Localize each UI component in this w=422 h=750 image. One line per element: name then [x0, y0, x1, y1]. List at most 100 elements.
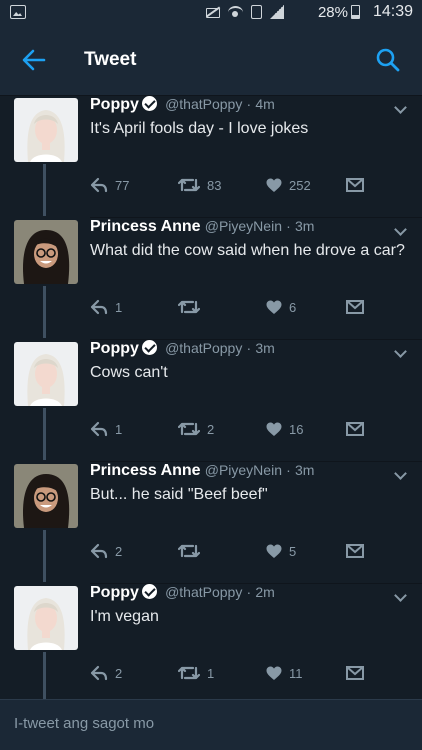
envelope-icon [346, 666, 364, 680]
reply-icon [90, 543, 108, 559]
tweet-thread: Poppy @thatPoppy · 4m It's April fools d… [0, 96, 422, 699]
separator-dot: · [286, 462, 291, 478]
heart-icon [266, 544, 282, 558]
chevron-down-icon[interactable] [394, 224, 408, 238]
username[interactable]: @PiyeyNein [205, 218, 282, 234]
mute-icon [205, 5, 220, 19]
tweet-header: Princess Anne @PiyeyNein · 3m [90, 218, 314, 236]
reply-input[interactable]: I-tweet ang sagot mo [14, 715, 154, 732]
display-name[interactable]: Princess Anne [90, 218, 201, 235]
reply-button[interactable]: 1 [90, 296, 122, 318]
message-button[interactable] [346, 540, 364, 562]
username[interactable]: @thatPoppy [165, 584, 242, 600]
clock: 14:39 [372, 3, 413, 20]
retweet-button[interactable]: 1 [178, 662, 214, 684]
reply-count: 77 [115, 177, 130, 193]
retweet-button[interactable] [178, 296, 207, 318]
retweet-button[interactable]: 83 [178, 174, 221, 196]
tweet-header: Poppy @thatPoppy · 3m [90, 340, 275, 358]
like-button[interactable]: 6 [266, 296, 296, 318]
retweet-count: 83 [207, 177, 222, 193]
reply-button[interactable]: 2 [90, 662, 122, 684]
avatar[interactable] [14, 98, 78, 162]
display-name[interactable]: Poppy [90, 96, 139, 113]
reply-button[interactable]: 77 [90, 174, 129, 196]
tweet[interactable]: Poppy @thatPoppy · 2m I'm vegan 2 1 11 [0, 584, 422, 699]
wifi-icon [228, 5, 243, 19]
like-button[interactable]: 5 [266, 540, 296, 562]
reply-count: 2 [115, 543, 123, 559]
envelope-icon [346, 544, 364, 558]
avatar[interactable] [14, 220, 78, 284]
tweet[interactable]: Poppy @thatPoppy · 4m It's April fools d… [0, 96, 422, 218]
reply-count: 2 [115, 665, 123, 681]
username[interactable]: @thatPoppy [165, 96, 242, 112]
tweet[interactable]: Princess Anne @PiyeyNein · 3m What did t… [0, 218, 422, 340]
tweet-actions: 2 5 [90, 540, 380, 562]
retweet-count: 1 [207, 665, 215, 681]
tweet-header: Poppy @thatPoppy · 2m [90, 584, 275, 602]
chevron-down-icon[interactable] [394, 590, 408, 604]
tweet-text: What did the cow said when he drove a ca… [90, 242, 405, 259]
chevron-down-icon[interactable] [394, 468, 408, 482]
sim-icon [251, 5, 262, 19]
retweet-icon [178, 666, 200, 680]
heart-icon [266, 666, 282, 680]
reply-count: 1 [115, 421, 123, 437]
reply-button[interactable]: 2 [90, 540, 122, 562]
reply-icon [90, 299, 108, 315]
like-button[interactable]: 11 [266, 662, 303, 684]
like-count: 16 [289, 421, 304, 437]
envelope-icon [346, 300, 364, 314]
signal-icon [270, 5, 284, 19]
timestamp: 3m [255, 340, 275, 356]
chevron-down-icon[interactable] [394, 346, 408, 360]
tweet[interactable]: Princess Anne @PiyeyNein · 3m But... he … [0, 462, 422, 584]
like-count: 252 [289, 177, 311, 193]
avatar[interactable] [14, 464, 78, 528]
username[interactable]: @PiyeyNein [205, 462, 282, 478]
message-button[interactable] [346, 662, 364, 684]
display-name[interactable]: Poppy [90, 584, 139, 601]
gallery-icon [10, 5, 26, 19]
chevron-down-icon[interactable] [394, 102, 408, 116]
tweet-text: I'm vegan [90, 608, 159, 625]
like-button[interactable]: 252 [266, 174, 311, 196]
avatar[interactable] [14, 342, 78, 406]
tweet-actions: 2 1 11 [90, 662, 380, 684]
display-name[interactable]: Princess Anne [90, 462, 201, 479]
display-name[interactable]: Poppy [90, 340, 139, 357]
like-button[interactable]: 16 [266, 418, 303, 440]
separator-dot: · [246, 340, 252, 356]
retweet-icon [178, 178, 200, 192]
like-count: 6 [289, 299, 297, 315]
search-button[interactable] [372, 44, 404, 76]
search-icon [376, 48, 400, 72]
reply-button[interactable]: 1 [90, 418, 122, 440]
verified-badge-icon [141, 584, 157, 599]
message-button[interactable] [346, 174, 364, 196]
page-title: Tweet [84, 49, 137, 70]
heart-icon [266, 422, 282, 436]
back-button[interactable] [18, 44, 50, 76]
username[interactable]: @thatPoppy [165, 340, 242, 356]
avatar[interactable] [14, 586, 78, 650]
message-button[interactable] [346, 296, 364, 318]
reply-composer[interactable]: I-tweet ang sagot mo [0, 699, 422, 750]
tweet-text: But... he said "Beef beef" [90, 486, 268, 503]
tweet-text: It's April fools day - I love jokes [90, 120, 309, 137]
status-bar: 28% 14:39 [0, 0, 422, 24]
tweet-actions: 77 83 252 [90, 174, 380, 196]
retweet-icon [178, 544, 200, 558]
retweet-button[interactable] [178, 540, 207, 562]
reply-count: 1 [115, 299, 123, 315]
message-button[interactable] [346, 418, 364, 440]
battery-icon [351, 5, 360, 19]
tweet[interactable]: Poppy @thatPoppy · 3m Cows can't 1 2 16 [0, 340, 422, 462]
verified-badge-icon [141, 96, 157, 111]
timestamp: 3m [295, 218, 315, 234]
retweet-button[interactable]: 2 [178, 418, 214, 440]
status-icons [205, 4, 284, 20]
retweet-icon [178, 300, 200, 314]
battery-percent: 28% [317, 4, 348, 21]
